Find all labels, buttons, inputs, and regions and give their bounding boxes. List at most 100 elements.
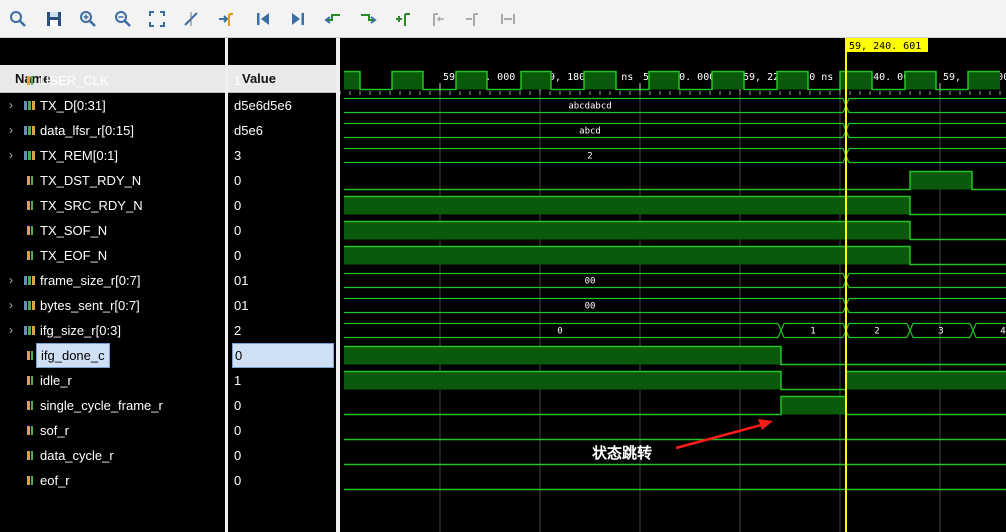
signal-row-name[interactable]: USER_CLK [0, 68, 225, 93]
expand-chevron-icon[interactable]: › [9, 293, 19, 318]
prev-transition-button[interactable] [323, 9, 343, 29]
swap-cursors-button[interactable] [498, 9, 518, 29]
expand-chevron-icon[interactable]: › [9, 268, 19, 293]
signal-value-label: 0 [234, 398, 242, 413]
signal-row-value[interactable]: 0 [228, 393, 336, 418]
signal-row-name[interactable]: TX_DST_RDY_N [0, 168, 225, 193]
zoom-in-button[interactable] [78, 9, 98, 29]
signal-row-name[interactable]: TX_EOF_N [0, 243, 225, 268]
bus-value-label: 2 [874, 327, 879, 337]
expand-chevron-icon[interactable]: › [9, 93, 19, 118]
prev-marker-button[interactable] [429, 9, 449, 29]
signal-row-value[interactable]: 1 [228, 68, 336, 93]
signal-name-label: data_lfsr_r[0:15] [40, 123, 134, 138]
wave-fill [344, 346, 781, 365]
signal-row-value[interactable]: 1 [228, 368, 336, 393]
signal-row-name[interactable]: › TX_D[0:31] [0, 93, 225, 118]
wave-fill [968, 71, 1000, 90]
signal-row-value[interactable]: d5e6d5e6 [228, 93, 336, 118]
go-to-start-button[interactable] [253, 9, 273, 29]
signal-row-name[interactable]: ifg_done_c [0, 343, 225, 368]
expand-chevron-icon[interactable]: › [9, 118, 19, 143]
bus-transition [906, 323, 914, 338]
signal-row-value[interactable]: 0 [228, 343, 336, 368]
search-button[interactable] [8, 9, 28, 29]
signal-row-name[interactable]: idle_r [0, 368, 225, 393]
waveform-canvas[interactable]: 59, 160. 000 ns59, 180. 000 ns59, 200. 0… [340, 38, 1006, 532]
signal-value-label: 3 [234, 148, 242, 163]
tx-dst-rdy-n-waveform [344, 170, 1006, 191]
signal-row-name[interactable]: › ifg_size_r[0:3] [0, 318, 225, 343]
next-transition-button[interactable] [358, 9, 378, 29]
add-marker-icon [219, 13, 233, 26]
signal-row-value[interactable]: 0 [228, 193, 336, 218]
signal-name-label: idle_r [40, 373, 72, 388]
signal-row-value[interactable]: 0 [228, 418, 336, 443]
signal-row-name[interactable]: › data_lfsr_r[0:15] [0, 118, 225, 143]
cursor-snap-button[interactable] [181, 9, 201, 29]
signal-row-name[interactable]: TX_SRC_RDY_N [0, 193, 225, 218]
next-marker-icon [466, 13, 478, 26]
signal-row-value[interactable]: 01 [228, 268, 336, 293]
signal-value-label: 1 [234, 73, 242, 88]
bytes-sent-waveform: 00 [344, 297, 1006, 314]
signal-row-name[interactable]: TX_SOF_N [0, 218, 225, 243]
signal-row-value[interactable]: 0 [228, 243, 336, 268]
signal-row-name[interactable]: eof_r [0, 468, 225, 493]
bus-value-label: 2 [587, 152, 592, 162]
bit-signal-icon [27, 201, 33, 210]
signal-row-value[interactable]: 01 [228, 293, 336, 318]
signal-row-value[interactable]: 3 [228, 143, 336, 168]
signal-row-name[interactable]: › TX_REM[0:1] [0, 143, 225, 168]
signal-name-label: TX_SOF_N [40, 223, 108, 238]
next-marker-button[interactable] [463, 9, 483, 29]
expand-chevron-icon[interactable]: › [9, 318, 19, 343]
bit-signal-icon [27, 176, 33, 185]
signal-row-name[interactable]: sof_r [0, 418, 225, 443]
bit-signal-icon [27, 426, 33, 435]
bus-transition [777, 323, 785, 338]
add-marker-plus-button[interactable] [393, 9, 413, 29]
bit-signal-icon [27, 451, 33, 460]
add-marker-button[interactable] [216, 9, 236, 29]
bus-transition [969, 323, 977, 338]
bus-segment [849, 97, 1006, 114]
bus-segment [849, 122, 1006, 139]
idle-r-waveform [344, 370, 1006, 391]
bus-value-label: 0 [557, 327, 562, 337]
annotation-arrowhead [758, 419, 773, 430]
signal-row-value[interactable]: 2 [228, 318, 336, 343]
waveform-pane[interactable]: 59, 160. 000 ns59, 180. 000 ns59, 200. 0… [340, 38, 1006, 532]
signal-name-label: TX_DST_RDY_N [40, 173, 142, 188]
signal-row-name[interactable]: › frame_size_r[0:7] [0, 268, 225, 293]
signal-value-label: 0 [234, 248, 242, 263]
tx-rem-waveform: 2 [344, 147, 1006, 164]
bit-signal-icon [27, 401, 33, 410]
signal-row-value[interactable]: 0 [228, 468, 336, 493]
signal-value-label: d5e6 [234, 123, 263, 138]
signal-row-value[interactable]: 0 [228, 218, 336, 243]
signal-value-label: 0 [234, 423, 242, 438]
signal-value-label: 0 [234, 448, 242, 463]
wave-fill [521, 71, 551, 90]
signal-row-value[interactable]: 0 [228, 168, 336, 193]
single-cycle-frame-r-waveform [344, 395, 1006, 416]
save-button[interactable] [44, 9, 64, 29]
ifg-done-c-waveform [344, 345, 1006, 366]
signal-row-name[interactable]: › bytes_sent_r[0:7] [0, 293, 225, 318]
search-icon [10, 11, 26, 27]
zoom-out-button[interactable] [113, 9, 133, 29]
cursor-snap-icon [184, 12, 198, 26]
signal-row-value[interactable]: d5e6 [228, 118, 336, 143]
bus-value-label: abcdabcd [568, 102, 611, 112]
bit-signal-icon [27, 351, 33, 360]
signal-name-label: bytes_sent_r[0:7] [40, 298, 140, 313]
expand-chevron-icon[interactable]: › [9, 143, 19, 168]
signal-row-name[interactable]: data_cycle_r [0, 443, 225, 468]
swap-cursors-icon [501, 14, 515, 24]
go-to-end-button[interactable] [288, 9, 308, 29]
ifg-size-waveform: 0 1 2 3 4 [344, 322, 1006, 339]
signal-row-value[interactable]: 0 [228, 443, 336, 468]
zoom-fit-button[interactable] [147, 9, 167, 29]
signal-row-name[interactable]: single_cycle_frame_r [0, 393, 225, 418]
